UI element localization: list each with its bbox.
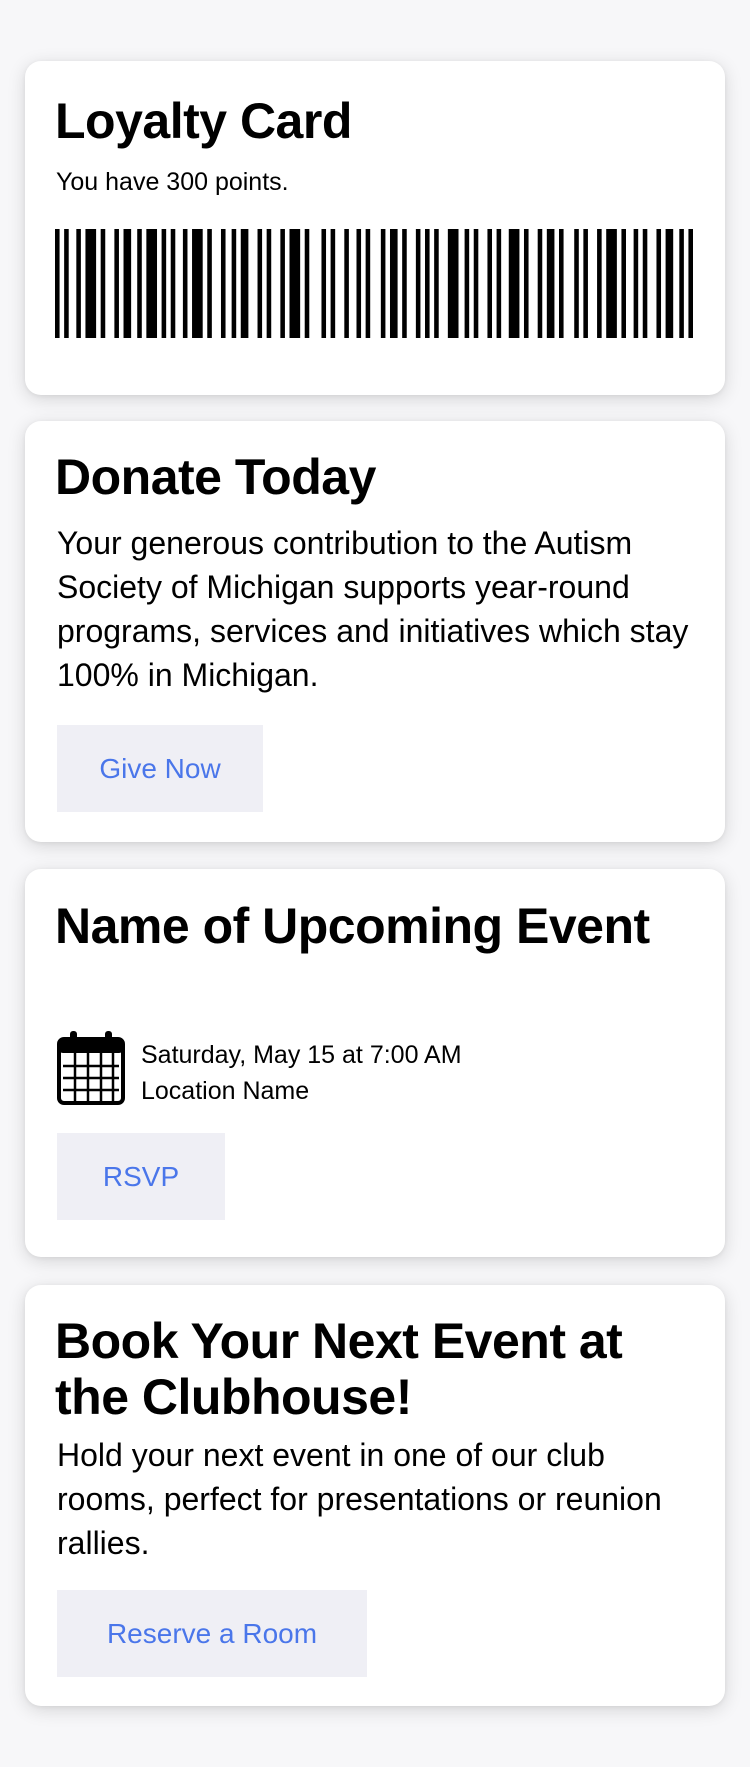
event-card: Name of Upcoming Event Saturday, May 15 … bbox=[25, 869, 725, 1257]
barcode-bar bbox=[280, 229, 285, 338]
barcode-bar bbox=[304, 229, 310, 338]
loyalty-card-title: Loyalty Card bbox=[55, 93, 352, 149]
event-datetime: Saturday, May 15 at 7:00 AM bbox=[141, 1041, 462, 1069]
donate-title: Donate Today bbox=[55, 449, 376, 505]
barcode-bar bbox=[665, 229, 674, 338]
barcode-bar bbox=[496, 229, 502, 338]
rsvp-button[interactable]: RSVP bbox=[57, 1133, 225, 1220]
barcode-bar bbox=[231, 229, 237, 338]
event-location: Location Name bbox=[141, 1077, 310, 1105]
loyalty-points-text: You have 300 points. bbox=[56, 168, 289, 196]
barcode-bar bbox=[356, 229, 362, 338]
loyalty-card: Loyalty Card You have 300 points. bbox=[25, 61, 725, 395]
barcode-bar bbox=[85, 229, 97, 338]
donate-card: Donate Today Your generous contribution … bbox=[25, 421, 725, 842]
barcode-bar bbox=[583, 229, 588, 338]
barcode-bar bbox=[380, 229, 386, 338]
barcode-bar bbox=[76, 229, 81, 338]
barcode-bar bbox=[597, 229, 602, 338]
barcode-bar bbox=[389, 229, 398, 338]
barcode-bar bbox=[425, 229, 430, 338]
barcode-bar bbox=[220, 229, 226, 338]
barcode-bar bbox=[434, 229, 439, 338]
barcode-bar bbox=[266, 229, 272, 338]
barcode-bar bbox=[64, 229, 69, 338]
calendar-icon bbox=[57, 1031, 125, 1105]
event-details: Saturday, May 15 at 7:00 AM Location Nam… bbox=[141, 1037, 462, 1109]
barcode-bar bbox=[546, 229, 555, 338]
barcode-bar bbox=[415, 229, 421, 338]
barcode-bar bbox=[55, 229, 60, 338]
barcode-bar bbox=[207, 229, 212, 338]
donate-description: Your generous contribution to the Autism… bbox=[57, 525, 689, 693]
barcode-bar bbox=[161, 229, 167, 338]
barcode-bar bbox=[182, 229, 188, 338]
barcode-bar bbox=[574, 229, 579, 338]
barcode-bar bbox=[473, 229, 479, 338]
barcode-bar bbox=[114, 229, 119, 338]
event-title: Name of Upcoming Event bbox=[55, 898, 650, 954]
barcode-bar bbox=[321, 229, 327, 338]
barcode-bar bbox=[137, 229, 142, 338]
barcode-bar bbox=[606, 229, 617, 338]
clubhouse-card: Book Your Next Event at the Clubhouse! H… bbox=[25, 1285, 725, 1706]
barcode-bar bbox=[464, 229, 470, 338]
barcode-bar bbox=[146, 229, 158, 338]
barcode-bar bbox=[656, 229, 662, 338]
give-now-button[interactable]: Give Now bbox=[57, 725, 263, 812]
barcode-bar bbox=[192, 229, 203, 338]
barcode-bar bbox=[642, 229, 648, 338]
barcode-bar bbox=[170, 229, 176, 338]
barcode-bar bbox=[688, 229, 693, 338]
barcode-bar bbox=[330, 229, 336, 338]
barcode-bar bbox=[447, 229, 459, 338]
barcode-bar bbox=[487, 229, 493, 338]
barcode-bar bbox=[633, 229, 639, 338]
barcode-bar bbox=[679, 229, 684, 338]
barcode-bar bbox=[123, 229, 132, 338]
barcode-bar bbox=[365, 229, 371, 338]
barcode-bar bbox=[257, 229, 263, 338]
barcode-bar bbox=[402, 229, 407, 338]
loyalty-barcode bbox=[55, 229, 693, 338]
barcode-bar bbox=[508, 229, 520, 338]
barcode-bar bbox=[289, 229, 301, 338]
barcode-bar bbox=[344, 229, 349, 338]
barcode-bar bbox=[100, 229, 106, 338]
barcode-bar bbox=[240, 229, 249, 338]
clubhouse-description: Hold your next event in one of our club … bbox=[57, 1437, 662, 1561]
barcode-bar bbox=[559, 229, 564, 338]
barcode-bar bbox=[523, 229, 529, 338]
clubhouse-title: Book Your Next Event at the Clubhouse! bbox=[55, 1313, 623, 1425]
reserve-room-button[interactable]: Reserve a Room bbox=[57, 1590, 367, 1677]
barcode-bar bbox=[621, 229, 626, 338]
barcode-bar bbox=[537, 229, 543, 338]
